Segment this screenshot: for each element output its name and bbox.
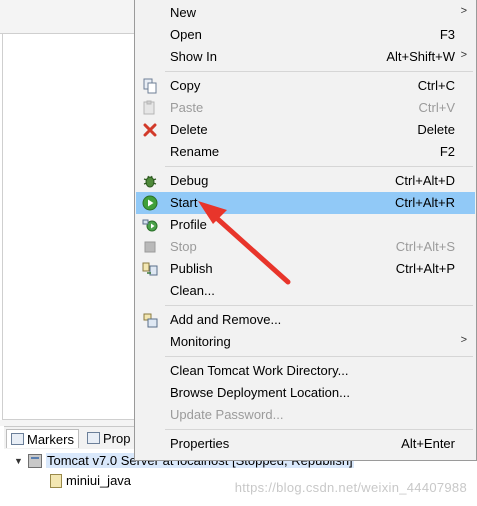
chevron-right-icon: > <box>460 334 467 346</box>
menu-item-label: Rename <box>170 144 220 159</box>
collapse-icon[interactable]: ▼ <box>14 456 24 466</box>
menu-item-label: Clean Tomcat Work Directory... <box>170 363 349 378</box>
menu-item-open[interactable]: Open F3 <box>136 24 475 46</box>
menu-item-label: Monitoring <box>170 334 231 349</box>
menu-item-label: Add and Remove... <box>170 312 282 327</box>
menu-item-label: Delete <box>170 122 208 137</box>
debug-icon <box>143 175 157 188</box>
chevron-right-icon: > <box>460 49 467 61</box>
menu-item-shortcut: Ctrl+Alt+D <box>395 173 455 188</box>
menu-item-label: Copy <box>170 78 201 93</box>
menu-item-clean-tomcat-work-directory[interactable]: Clean Tomcat Work Directory... <box>136 360 475 382</box>
menu-item-rename[interactable]: Rename F2 <box>136 141 475 163</box>
menu-item-profile[interactable]: Profile <box>136 214 475 236</box>
menu-item-browse-deployment-location[interactable]: Browse Deployment Location... <box>136 382 475 404</box>
menu-item-publish[interactable]: Publish Ctrl+Alt+P <box>136 258 475 280</box>
menu-item-shortcut: Ctrl+Alt+P <box>395 261 455 276</box>
menu-item-new[interactable]: New > <box>136 2 475 24</box>
context-menu: New > Open F3 Show In Alt+Shift+W > Copy… <box>134 0 477 461</box>
menu-item-label: Open <box>170 27 202 42</box>
menu-item-label: Debug <box>170 173 209 188</box>
menu-item-shortcut: Delete <box>417 122 455 137</box>
menu-item-debug[interactable]: Debug Ctrl+Alt+D <box>136 170 475 192</box>
menu-item-paste[interactable]: Paste Ctrl+V <box>136 97 475 119</box>
project-row[interactable]: miniui_java <box>50 473 131 488</box>
menu-item-label: Update Password... <box>170 407 284 422</box>
menu-item-label: New <box>170 5 197 20</box>
stop-icon <box>144 241 156 253</box>
menu-separator <box>165 356 473 357</box>
menu-item-clean[interactable]: Clean... <box>136 280 475 302</box>
start-icon <box>142 195 158 211</box>
menu-item-show-in[interactable]: Show In Alt+Shift+W > <box>136 46 475 68</box>
delete-icon <box>143 123 157 137</box>
menu-item-monitoring[interactable]: Monitoring > <box>136 331 475 353</box>
menu-item-shortcut: Ctrl+C <box>417 78 455 93</box>
menu-item-shortcut: Ctrl+Alt+S <box>395 239 455 254</box>
project-label: miniui_java <box>66 473 132 488</box>
menu-separator <box>165 429 473 430</box>
tab-markers-label: Markers <box>27 431 74 447</box>
copy-icon <box>143 78 157 94</box>
chevron-right-icon: > <box>460 5 467 17</box>
tab-markers[interactable]: Markers <box>6 429 79 448</box>
project-icon <box>50 473 62 488</box>
menu-item-label: Publish <box>170 261 213 276</box>
menu-separator <box>165 305 473 306</box>
menu-item-shortcut: Ctrl+Alt+R <box>395 195 455 210</box>
menu-item-label: Paste <box>170 100 204 115</box>
menu-item-label: Browse Deployment Location... <box>170 385 350 400</box>
menu-item-label: Start <box>170 195 198 210</box>
menu-item-label: Stop <box>170 239 197 254</box>
menu-separator <box>165 71 473 72</box>
tab-properties-label: Prop <box>103 430 131 446</box>
menu-item-shortcut: F2 <box>439 144 455 159</box>
menu-item-stop[interactable]: Stop Ctrl+Alt+S <box>136 236 475 258</box>
tab-properties[interactable]: Prop <box>83 429 134 447</box>
paste-icon <box>143 100 155 115</box>
menu-item-update-password[interactable]: Update Password... <box>136 404 475 426</box>
menu-item-label: Properties <box>170 436 230 451</box>
menu-item-add-and-remove[interactable]: Add and Remove... <box>136 309 475 331</box>
menu-separator <box>165 166 473 167</box>
menu-item-delete[interactable]: Delete Delete <box>136 119 475 141</box>
add-remove-icon <box>143 313 158 328</box>
menu-item-label: Show In <box>170 49 217 64</box>
menu-item-label: Profile <box>170 217 207 232</box>
markers-icon <box>11 433 24 445</box>
editor-toolbar-area <box>0 0 137 34</box>
properties-icon <box>87 432 100 444</box>
menu-item-start[interactable]: Start Ctrl+Alt+R <box>136 192 475 214</box>
menu-item-label: Clean... <box>170 283 215 298</box>
menu-item-copy[interactable]: Copy Ctrl+C <box>136 75 475 97</box>
profile-icon <box>142 219 158 232</box>
menu-item-shortcut: F3 <box>439 27 455 42</box>
menu-item-shortcut: Alt+Shift+W <box>386 49 455 64</box>
publish-icon <box>142 262 158 276</box>
watermark: https://blog.csdn.net/weixin_44407988 <box>234 480 467 495</box>
menu-item-shortcut: Alt+Enter <box>401 436 455 451</box>
menu-item-shortcut: Ctrl+V <box>418 100 455 115</box>
menu-item-properties[interactable]: Properties Alt+Enter <box>136 433 475 455</box>
left-panel <box>2 34 136 420</box>
server-icon <box>28 453 42 468</box>
